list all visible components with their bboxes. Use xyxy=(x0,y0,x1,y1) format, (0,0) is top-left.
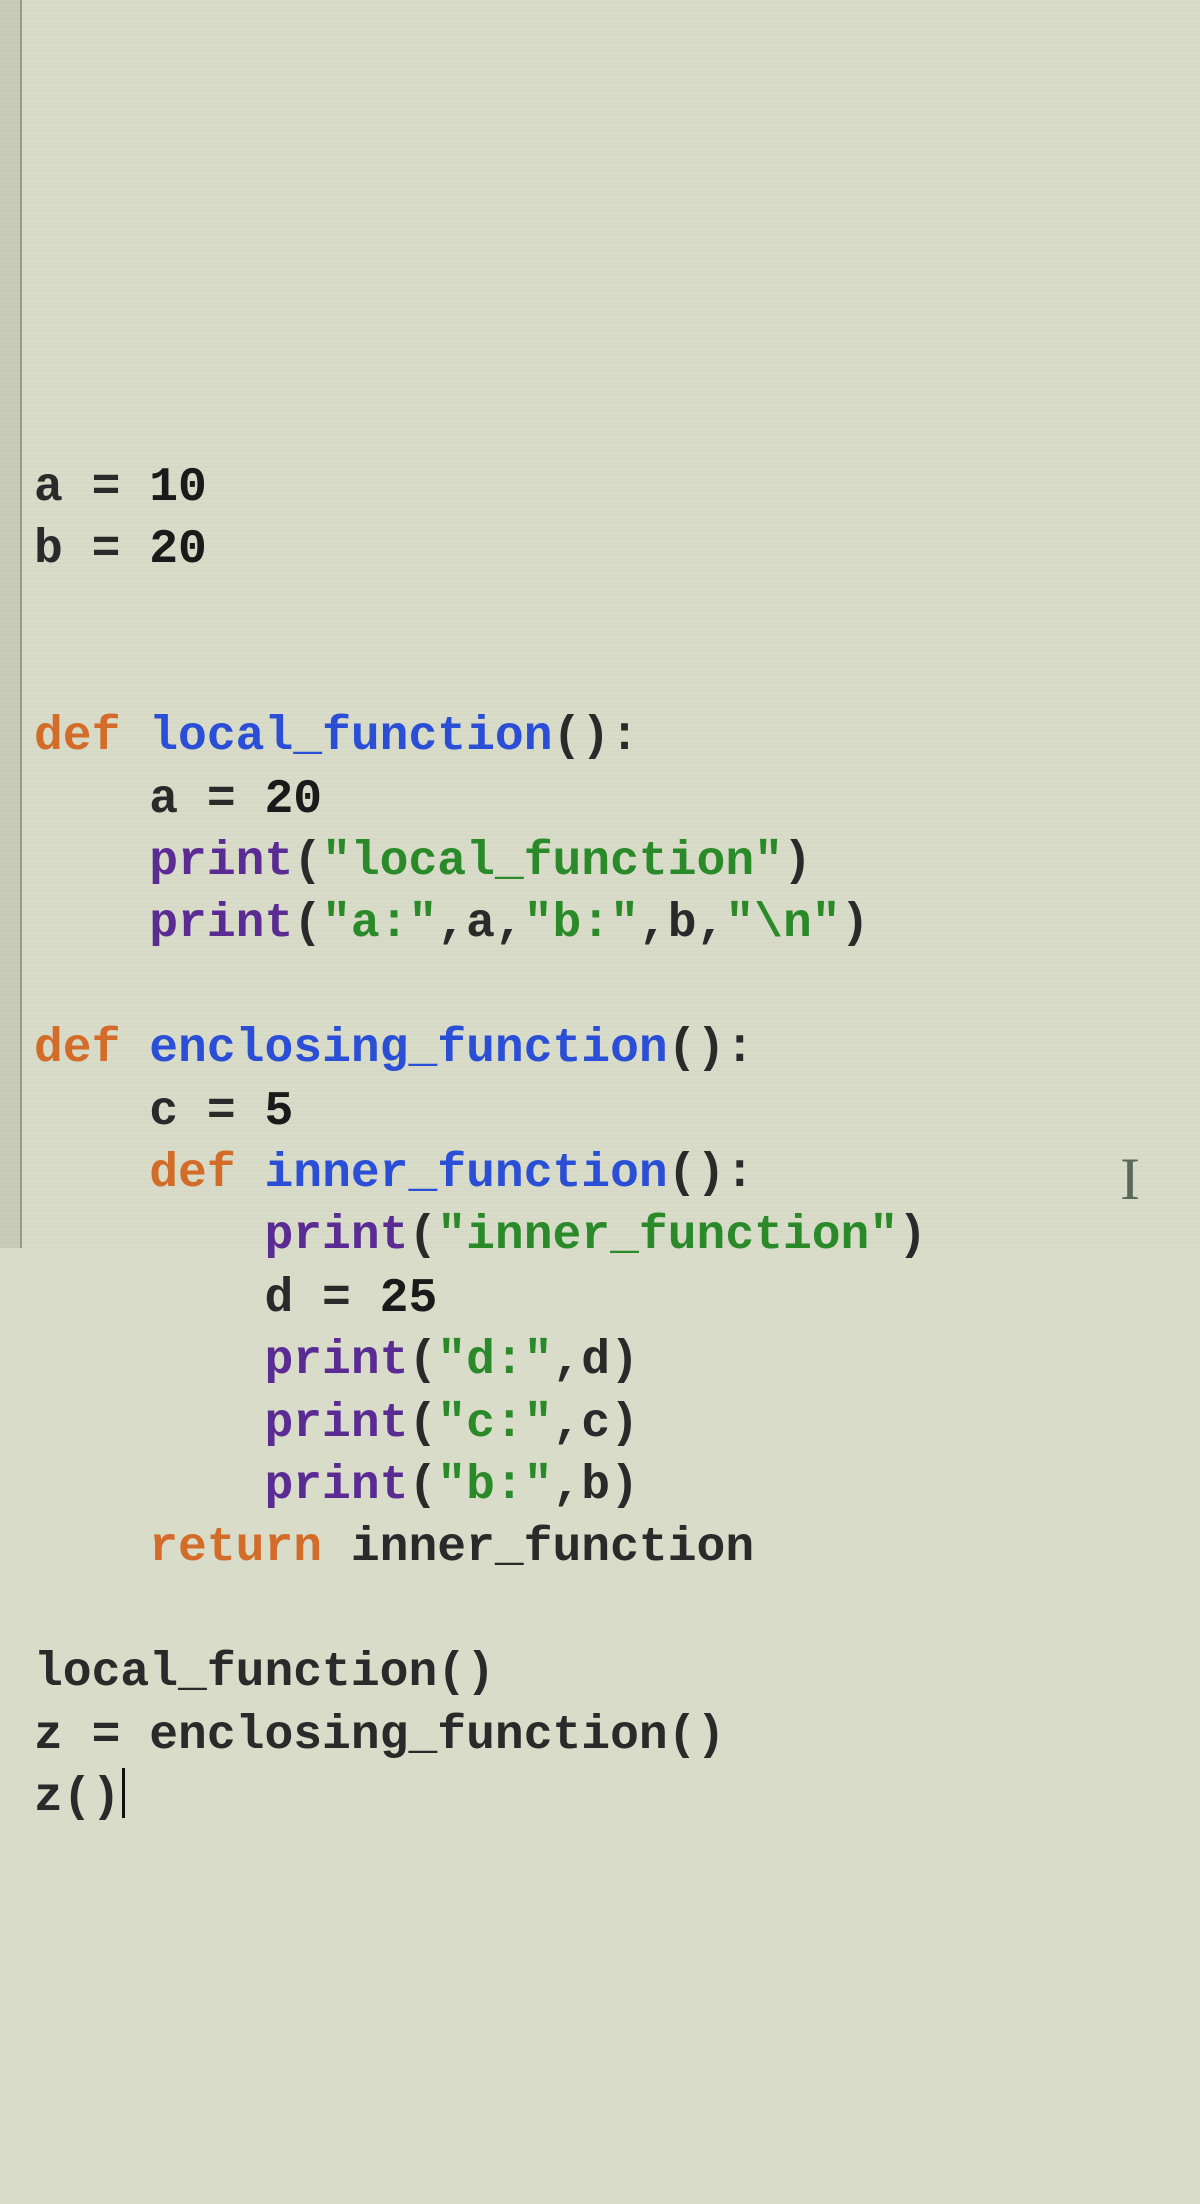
code-line[interactable]: print("b:",b) xyxy=(34,1455,1200,1517)
code-token: inner_function xyxy=(264,1147,667,1201)
code-token xyxy=(236,1147,265,1201)
code-line[interactable]: d = 25 xyxy=(34,1268,1200,1330)
code-token: print xyxy=(264,1397,408,1451)
code-token: = xyxy=(207,773,236,827)
code-token: local_function xyxy=(149,710,552,764)
code-token: = xyxy=(207,1085,236,1139)
code-token: "inner_function" xyxy=(437,1209,898,1263)
code-token: ,b, xyxy=(639,897,725,951)
code-token: "b:" xyxy=(524,897,639,951)
code-line[interactable]: print("a:",a,"b:",b,"\n") xyxy=(34,893,1200,955)
code-token: ( xyxy=(293,897,322,951)
code-token: a xyxy=(34,773,207,827)
code-token: ,b) xyxy=(553,1459,639,1513)
code-token: ) xyxy=(841,897,870,951)
code-token: ( xyxy=(408,1397,437,1451)
code-token: z() xyxy=(34,1771,120,1825)
code-token xyxy=(34,897,149,951)
code-token: ) xyxy=(898,1209,927,1263)
code-line[interactable]: print("inner_function") xyxy=(34,1205,1200,1267)
code-token: = xyxy=(92,1709,121,1763)
code-token: def xyxy=(34,710,120,764)
code-token: "b:" xyxy=(437,1459,552,1513)
code-token: def xyxy=(149,1147,235,1201)
code-token: ) xyxy=(783,835,812,889)
code-line[interactable]: print("d:",d) xyxy=(34,1330,1200,1392)
code-token: d xyxy=(34,1272,322,1326)
code-token xyxy=(34,1397,264,1451)
code-line[interactable]: a = 20 xyxy=(34,769,1200,831)
code-line[interactable]: return inner_function xyxy=(34,1517,1200,1579)
code-token: print xyxy=(264,1209,408,1263)
code-line[interactable]: print("c:",c) xyxy=(34,1393,1200,1455)
code-token: print xyxy=(264,1334,408,1388)
code-token xyxy=(34,1334,264,1388)
code-token: enclosing_function xyxy=(149,1022,667,1076)
code-token: a xyxy=(34,461,92,515)
code-token: ,a, xyxy=(437,897,523,951)
code-token: c xyxy=(34,1085,207,1139)
code-line[interactable]: print("local_function") xyxy=(34,831,1200,893)
code-token: print xyxy=(149,835,293,889)
code-line[interactable]: z = enclosing_function() xyxy=(34,1705,1200,1767)
code-token: "local_function" xyxy=(322,835,783,889)
code-token: print xyxy=(264,1459,408,1513)
code-token xyxy=(34,1147,149,1201)
code-token: 10 xyxy=(120,461,206,515)
code-line[interactable]: def inner_function(): xyxy=(34,1143,1200,1205)
code-token: = xyxy=(322,1272,351,1326)
code-token: def xyxy=(34,1022,120,1076)
code-token: return xyxy=(149,1521,322,1575)
code-token: = xyxy=(92,461,121,515)
code-token: 25 xyxy=(351,1272,437,1326)
code-token: enclosing_function() xyxy=(120,1709,725,1763)
code-token xyxy=(120,1022,149,1076)
code-line[interactable] xyxy=(34,644,1200,706)
code-token xyxy=(120,710,149,764)
code-token: inner_function xyxy=(322,1521,754,1575)
code-line[interactable]: z() xyxy=(34,1767,1200,1829)
code-token: ( xyxy=(293,835,322,889)
code-token: "a:" xyxy=(322,897,437,951)
code-token: print xyxy=(149,897,293,951)
code-token: ( xyxy=(408,1334,437,1388)
code-token: "\n" xyxy=(725,897,840,951)
text-caret xyxy=(122,1768,125,1818)
code-token: ( xyxy=(408,1209,437,1263)
code-token xyxy=(34,1521,149,1575)
code-token: "d:" xyxy=(437,1334,552,1388)
code-token: z xyxy=(34,1709,92,1763)
code-token: (): xyxy=(668,1022,754,1076)
code-token xyxy=(34,1459,264,1513)
code-line[interactable]: local_function() xyxy=(34,1642,1200,1704)
code-editor[interactable]: a = 10b = 20 def local_function(): a = 2… xyxy=(30,457,1200,1830)
code-line[interactable]: c = 5 xyxy=(34,1081,1200,1143)
code-token: 5 xyxy=(236,1085,294,1139)
code-token: ,c) xyxy=(553,1397,639,1451)
code-line[interactable]: b = 20 xyxy=(34,519,1200,581)
code-token xyxy=(34,835,149,889)
code-token: (): xyxy=(668,1147,754,1201)
code-token: local_function() xyxy=(34,1646,495,1700)
code-line[interactable] xyxy=(34,956,1200,1018)
code-token: = xyxy=(92,523,121,577)
code-token: 20 xyxy=(120,523,206,577)
code-line[interactable] xyxy=(34,1580,1200,1642)
code-token: (): xyxy=(553,710,639,764)
mouse-ibeam-cursor-icon: I xyxy=(1120,1140,1140,1218)
code-token xyxy=(34,1209,264,1263)
code-line[interactable]: def enclosing_function(): xyxy=(34,1018,1200,1080)
code-token: 20 xyxy=(236,773,322,827)
code-line[interactable]: a = 10 xyxy=(34,457,1200,519)
code-token: ,d) xyxy=(553,1334,639,1388)
line-number-gutter xyxy=(0,0,22,1248)
code-token: "c:" xyxy=(437,1397,552,1451)
code-line[interactable] xyxy=(34,582,1200,644)
code-line[interactable]: def local_function(): xyxy=(34,706,1200,768)
code-token: ( xyxy=(408,1459,437,1513)
code-token: b xyxy=(34,523,92,577)
